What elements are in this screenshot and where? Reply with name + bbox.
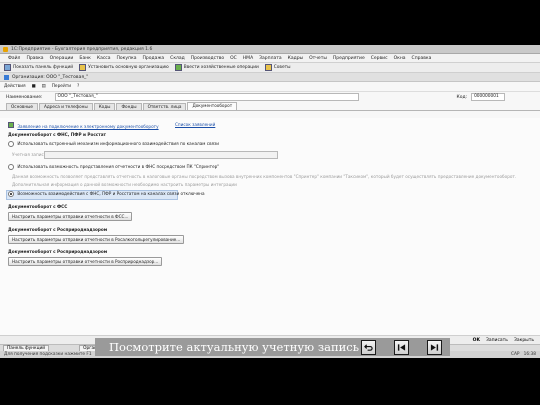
rpn-settings-button[interactable]: Настроить параметры отправки отчетности … (8, 257, 163, 266)
tutorial-overlay-bar: Посмотрите актуальную учетную запись (95, 338, 450, 356)
tips-icon (264, 64, 272, 71)
tips-button[interactable]: Советы (264, 64, 291, 71)
app-screen: 1С:Предприятие - Бухгалтерия предприятия… (0, 45, 540, 358)
statement-link[interactable]: Заявление на подключение к электронному … (17, 124, 158, 129)
organization-window: Организация: ООО "_Тестовая_" Действия ■… (0, 73, 540, 335)
menu-operations[interactable]: Операции (50, 56, 74, 61)
tab-addresses[interactable]: Адреса и телефоны (39, 103, 93, 110)
window-title-bar: Организация: ООО "_Тестовая_" (0, 73, 540, 82)
account-field[interactable] (44, 151, 278, 159)
write-button[interactable]: Записать (486, 338, 508, 343)
statement-link-row: Заявление на подключение к электронному … (8, 122, 159, 129)
document-flow-panel: Заявление на подключение к электронному … (0, 118, 540, 335)
journal-button[interactable]: Ввести хозяйственные операции (174, 64, 259, 71)
tutorial-caption: Посмотрите актуальную учетную запись (109, 340, 359, 354)
save-icon[interactable]: ■ (32, 84, 36, 89)
window-icon (4, 74, 9, 80)
menu-warehouse[interactable]: Склад (170, 56, 185, 61)
section-fns: Документооборот с ФНС, ПФР и Росстат (8, 132, 106, 137)
menu-edit[interactable]: Правка (26, 56, 43, 61)
main-org-button[interactable]: Установить основную организацию (79, 64, 169, 71)
journal-label: Ввести хозяйственные операции (183, 65, 259, 70)
close-button[interactable]: Закрыть (514, 338, 534, 343)
show-panel-label: Показать панель функций (13, 65, 74, 70)
sprinter-info-link[interactable]: Дополнительная информация о данной возмо… (12, 182, 237, 187)
option-sprinter-label: Использовать возможность представления о… (17, 164, 220, 169)
option-builtin[interactable]: Использовать встроенный механизм информа… (8, 141, 219, 147)
menu-service[interactable]: Сервис (371, 56, 388, 61)
section-fss: Документооборот с ФСС (8, 204, 68, 209)
menu-help[interactable]: Справка (412, 56, 432, 61)
tab-main[interactable]: Основные (6, 103, 38, 110)
organization-icon (79, 64, 87, 71)
tab-document-flow[interactable]: Документооборот (187, 102, 238, 110)
status-right: CAP 16:38 (511, 352, 536, 357)
tab-codes[interactable]: Коды (93, 103, 116, 110)
operations-icon (174, 64, 182, 71)
code-label: Код: (456, 94, 468, 100)
menu-bar: Файл Правка Операции Банк Касса Покупка … (0, 54, 540, 63)
ok-button[interactable]: OK (473, 338, 480, 343)
section-rar: Документооборот с Росприроднадзором (8, 227, 108, 232)
main-org-label: Установить основную организацию (88, 65, 169, 70)
menu-cash[interactable]: Касса (97, 56, 111, 61)
help-icon[interactable]: ? (77, 84, 79, 89)
menu-sale[interactable]: Продажа (142, 56, 164, 61)
menu-salary[interactable]: Зарплата (259, 56, 281, 61)
radio-interaction[interactable] (8, 191, 14, 197)
sprinter-description: Данная возможность позволяет представлят… (12, 174, 517, 179)
goto-menu[interactable]: Перейти (52, 84, 71, 89)
return-icon[interactable] (361, 339, 376, 355)
panel-icon (4, 64, 11, 71)
account-label: Учетная запись: (12, 152, 48, 157)
statements-list-link[interactable]: Список заявлений (175, 122, 215, 127)
radio-builtin[interactable] (8, 141, 14, 147)
menu-reports[interactable]: Отчеты (309, 56, 327, 61)
menu-purchase[interactable]: Покупка (117, 56, 137, 61)
name-field[interactable]: ООО "_Тестовая_" (54, 93, 359, 101)
menu-os[interactable]: ОС (230, 56, 237, 61)
menu-staff[interactable]: Кадры (288, 56, 303, 61)
main-toolbar: Показать панель функций Установить основ… (0, 63, 540, 73)
status-hint: Для получения подсказки нажмите F1 (4, 352, 92, 357)
actions-menu[interactable]: Действия (4, 84, 26, 89)
rar-settings-button[interactable]: Настроить параметры отправки отчетности … (8, 235, 185, 244)
tab-responsible[interactable]: Ответств. лица (142, 103, 187, 110)
menu-nma[interactable]: НМА (243, 56, 253, 61)
section-rpn: Документооборот с Росприроднадзором (8, 249, 108, 254)
statement-icon (8, 122, 14, 128)
menu-file[interactable]: Файл (8, 56, 20, 61)
fss-settings-button[interactable]: Настроить параметры отправки отчетности … (8, 212, 133, 221)
tips-label: Советы (273, 65, 291, 70)
app-logo-icon (3, 46, 8, 52)
menu-production[interactable]: Производство (191, 56, 224, 61)
option-interaction-label: Возможность взаимодействия с ФНС, ПФР и … (17, 191, 205, 196)
name-row: Наименование: ООО "_Тестовая_" Код: 0000… (0, 92, 540, 102)
window-toolbar: Действия ■ ▤ Перейти ? (0, 82, 540, 92)
show-panel-button[interactable]: Показать панель функций (4, 64, 73, 71)
window-title: Организация: ООО "_Тестовая_" (12, 74, 89, 80)
option-interaction[interactable]: Возможность взаимодействия с ФНС, ПФР и … (8, 191, 205, 197)
tab-funds[interactable]: Фонды (116, 103, 142, 110)
code-field[interactable]: 000000001 (471, 93, 506, 101)
title-bar: 1С:Предприятие - Бухгалтерия предприятия… (0, 45, 540, 54)
status-time: 16:38 (523, 352, 536, 357)
option-builtin-label: Использовать встроенный механизм информа… (17, 141, 220, 146)
prev-icon[interactable] (394, 339, 409, 355)
name-label: Наименование: (6, 94, 43, 100)
menu-bank[interactable]: Банк (79, 56, 91, 61)
status-cap: CAP (510, 352, 520, 357)
radio-sprinter[interactable] (8, 164, 14, 170)
next-icon[interactable] (427, 339, 442, 355)
app-title: 1С:Предприятие - Бухгалтерия предприятия… (11, 46, 153, 52)
menu-windows[interactable]: Окна (394, 56, 406, 61)
copy-icon[interactable]: ▤ (42, 84, 46, 89)
tab-strip: Основные Адреса и телефоны Коды Фонды От… (0, 102, 540, 111)
option-sprinter[interactable]: Использовать возможность представления о… (8, 164, 219, 170)
menu-enterprise[interactable]: Предприятие (333, 56, 365, 61)
